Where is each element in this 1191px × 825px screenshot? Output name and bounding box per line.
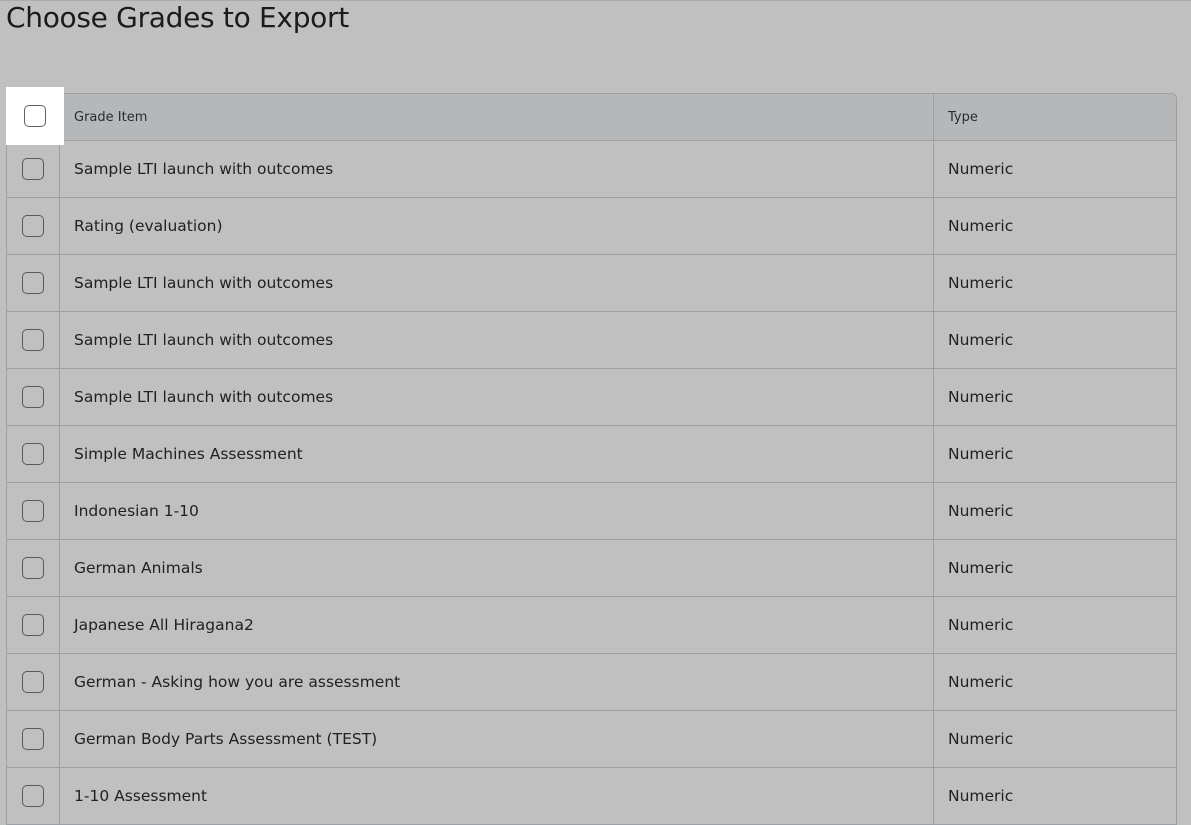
- row-checkbox-cell: [7, 654, 60, 710]
- table-row: German Body Parts Assessment (TEST) Numer…: [7, 711, 1176, 768]
- row-checkbox-cell: [7, 483, 60, 539]
- grade-item-name: German Animals: [60, 540, 934, 596]
- row-checkbox-cell: [7, 312, 60, 368]
- row-checkbox-cell: [7, 426, 60, 482]
- row-checkbox-cell: [7, 369, 60, 425]
- row-checkbox[interactable]: [22, 785, 44, 807]
- row-checkbox[interactable]: [22, 500, 44, 522]
- grade-item-type: Numeric: [948, 217, 1014, 235]
- page-title: Choose Grades to Export: [6, 1, 349, 34]
- grade-item-type: Numeric: [948, 673, 1014, 691]
- grade-item-type: Numeric: [948, 559, 1014, 577]
- grade-item-type: Numeric: [948, 730, 1014, 748]
- row-checkbox[interactable]: [22, 215, 44, 237]
- grade-item-name: German - Asking how you are assessment: [60, 654, 934, 710]
- row-checkbox[interactable]: [22, 557, 44, 579]
- row-checkbox-cell: [7, 255, 60, 311]
- row-checkbox[interactable]: [22, 614, 44, 636]
- grade-item-name: Sample LTI launch with outcomes: [60, 141, 934, 197]
- table-header-row: Grade Item Type: [6, 87, 1176, 145]
- row-checkbox-cell: [7, 540, 60, 596]
- row-checkbox[interactable]: [22, 272, 44, 294]
- table-row: Indonesian 1-10 Numeric: [7, 483, 1176, 540]
- table-row: German - Asking how you are assessment Nu…: [7, 654, 1176, 711]
- row-checkbox-cell: [7, 198, 60, 254]
- grade-item-name: Sample LTI launch with outcomes: [60, 369, 934, 425]
- row-checkbox-cell: [7, 141, 60, 197]
- table-row: 1-10 Assessment Numeric: [7, 768, 1176, 825]
- grade-item-type: Numeric: [948, 160, 1014, 178]
- grade-item-type: Numeric: [948, 274, 1014, 292]
- table-row: Sample LTI launch with outcomes Numeric: [7, 312, 1176, 369]
- grade-item-name: Indonesian 1-10: [60, 483, 934, 539]
- grade-item-type: Numeric: [948, 331, 1014, 349]
- row-checkbox[interactable]: [22, 443, 44, 465]
- grade-item-name: German Body Parts Assessment (TEST): [60, 711, 934, 767]
- row-checkbox-cell: [7, 768, 60, 824]
- grade-item-name: Simple Machines Assessment: [60, 426, 934, 482]
- select-all-cell: [6, 87, 64, 145]
- select-all-focus-ring: [6, 87, 64, 145]
- select-all-checkbox[interactable]: [24, 105, 46, 127]
- grade-item-type: Numeric: [948, 388, 1014, 406]
- row-checkbox-cell: [7, 597, 60, 653]
- table-row: Rating (evaluation) Numeric: [7, 198, 1176, 255]
- table-row: Japanese All Hiragana2 Numeric: [7, 597, 1176, 654]
- grade-item-type: Numeric: [948, 787, 1014, 805]
- grade-item-type: Numeric: [948, 502, 1014, 520]
- grade-item-name: Sample LTI launch with outcomes: [60, 255, 934, 311]
- grades-table: Grade Item Type Sample LTI launch with o…: [6, 87, 1177, 825]
- grade-item-name: Japanese All Hiragana2: [60, 597, 934, 653]
- table-row: Sample LTI launch with outcomes Numeric: [7, 255, 1176, 312]
- grade-item-name: 1-10 Assessment: [60, 768, 934, 824]
- grade-item-type: Numeric: [948, 445, 1014, 463]
- grade-item-type: Numeric: [948, 616, 1014, 634]
- table-row: German Animals Numeric: [7, 540, 1176, 597]
- row-checkbox-cell: [7, 711, 60, 767]
- row-checkbox[interactable]: [22, 728, 44, 750]
- table-row: Sample LTI launch with outcomes Numeric: [7, 141, 1176, 198]
- row-checkbox[interactable]: [22, 671, 44, 693]
- row-checkbox[interactable]: [22, 158, 44, 180]
- row-checkbox[interactable]: [22, 386, 44, 408]
- grade-item-name: Rating (evaluation): [60, 198, 934, 254]
- column-header-type[interactable]: Type: [934, 94, 1176, 140]
- table-row: Sample LTI launch with outcomes Numeric: [7, 369, 1176, 426]
- column-header-grade-item[interactable]: Grade Item: [60, 94, 934, 140]
- table-body: Sample LTI launch with outcomes Numeric Ra…: [7, 141, 1176, 825]
- grade-item-name: Sample LTI launch with outcomes: [60, 312, 934, 368]
- table-row: Simple Machines Assessment Numeric: [7, 426, 1176, 483]
- row-checkbox[interactable]: [22, 329, 44, 351]
